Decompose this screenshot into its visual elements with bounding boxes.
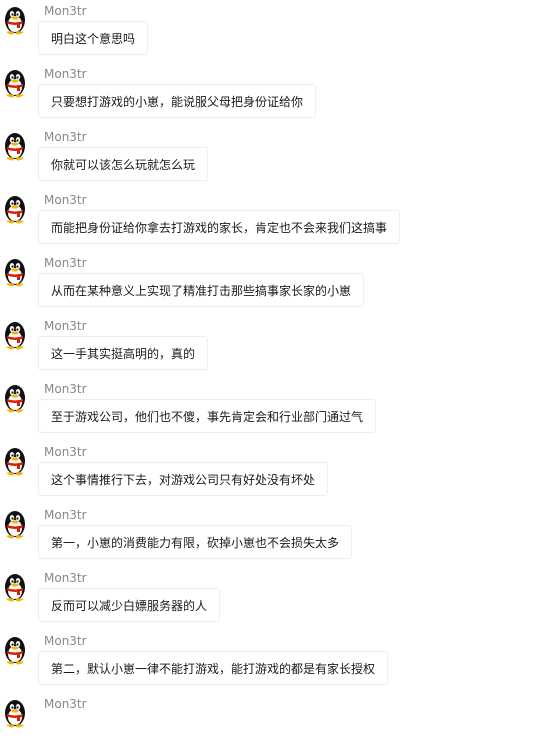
- chat-message: Mon3tr 反而可以减少白嫖服务器的人: [0, 567, 550, 630]
- qq-penguin-icon: [0, 194, 30, 224]
- message-bubble[interactable]: 这个事情推行下去，对游戏公司只有好处没有坏处: [38, 462, 329, 496]
- chat-message: Mon3tr 这一手其实挺高明的，真的: [0, 315, 550, 378]
- avatar[interactable]: [0, 131, 30, 161]
- chat-message: Mon3tr 而能把身份证给你拿去打游戏的家长，肯定也不会来我们这搞事: [0, 189, 550, 252]
- sender-name: Mon3tr: [44, 130, 87, 144]
- sender-name: Mon3tr: [44, 382, 87, 396]
- qq-penguin-icon: [0, 635, 30, 665]
- sender-name: Mon3tr: [44, 4, 87, 18]
- chat-message: Mon3tr 第一，小崽的消费能力有限，砍掉小崽也不会损失太多: [0, 504, 550, 567]
- qq-penguin-icon: [0, 572, 30, 602]
- avatar[interactable]: [0, 572, 30, 602]
- message-bubble[interactable]: 只要想打游戏的小崽，能说服父母把身份证给你: [38, 84, 317, 118]
- sender-name: Mon3tr: [44, 634, 87, 648]
- sender-name: Mon3tr: [44, 697, 87, 711]
- message-bubble[interactable]: 至于游戏公司，他们也不傻，事先肯定会和行业部门通过气: [38, 399, 377, 433]
- qq-penguin-icon: [0, 698, 30, 728]
- avatar[interactable]: [0, 446, 30, 476]
- sender-name: Mon3tr: [44, 571, 87, 585]
- sender-name: Mon3tr: [44, 256, 87, 270]
- avatar[interactable]: [0, 698, 30, 728]
- message-bubble[interactable]: 这一手其实挺高明的，真的: [38, 336, 209, 370]
- message-bubble[interactable]: 而能把身份证给你拿去打游戏的家长，肯定也不会来我们这搞事: [38, 210, 401, 244]
- qq-penguin-icon: [0, 320, 30, 350]
- avatar[interactable]: [0, 5, 30, 35]
- qq-penguin-icon: [0, 446, 30, 476]
- message-bubble[interactable]: 第二，默认小崽一律不能打游戏，能打游戏的都是有家长授权: [38, 651, 389, 685]
- sender-name: Mon3tr: [44, 445, 87, 459]
- qq-penguin-icon: [0, 5, 30, 35]
- avatar[interactable]: [0, 194, 30, 224]
- sender-name: Mon3tr: [44, 508, 87, 522]
- avatar[interactable]: [0, 68, 30, 98]
- message-bubble[interactable]: 从而在某种意义上实现了精准打击那些搞事家长家的小崽: [38, 273, 365, 307]
- avatar[interactable]: [0, 257, 30, 287]
- message-bubble[interactable]: 反而可以减少白嫖服务器的人: [38, 588, 221, 622]
- message-bubble[interactable]: 明白这个意思吗: [38, 21, 149, 55]
- message-bubble[interactable]: 第一，小崽的消费能力有限，砍掉小崽也不会损失太多: [38, 525, 353, 559]
- avatar[interactable]: [0, 509, 30, 539]
- avatar[interactable]: [0, 383, 30, 413]
- message-bubble[interactable]: 你就可以该怎么玩就怎么玩: [38, 147, 209, 181]
- sender-name: Mon3tr: [44, 193, 87, 207]
- chat-message: Mon3tr 明白这个意思吗: [0, 0, 550, 63]
- chat-message: Mon3tr 这个事情推行下去，对游戏公司只有好处没有坏处: [0, 441, 550, 504]
- chat-message: Mon3tr 从而在某种意义上实现了精准打击那些搞事家长家的小崽: [0, 252, 550, 315]
- chat-message: Mon3tr: [0, 693, 550, 756]
- chat-message-list: Mon3tr 明白这个意思吗 Mon3tr 只要想打游戏的小崽，能说服父母把身份…: [0, 0, 550, 756]
- avatar[interactable]: [0, 320, 30, 350]
- chat-message: Mon3tr 只要想打游戏的小崽，能说服父母把身份证给你: [0, 63, 550, 126]
- qq-penguin-icon: [0, 383, 30, 413]
- qq-penguin-icon: [0, 131, 30, 161]
- avatar[interactable]: [0, 635, 30, 665]
- qq-penguin-icon: [0, 257, 30, 287]
- sender-name: Mon3tr: [44, 319, 87, 333]
- qq-penguin-icon: [0, 509, 30, 539]
- chat-message: Mon3tr 你就可以该怎么玩就怎么玩: [0, 126, 550, 189]
- chat-message: Mon3tr 第二，默认小崽一律不能打游戏，能打游戏的都是有家长授权: [0, 630, 550, 693]
- chat-message: Mon3tr 至于游戏公司，他们也不傻，事先肯定会和行业部门通过气: [0, 378, 550, 441]
- sender-name: Mon3tr: [44, 67, 87, 81]
- qq-penguin-icon: [0, 68, 30, 98]
